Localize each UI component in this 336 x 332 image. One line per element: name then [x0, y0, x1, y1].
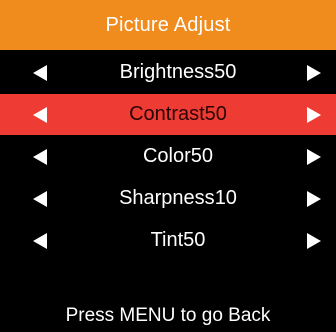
menu-item-text: Tint 50 [60, 220, 296, 261]
triangle-left-icon[interactable] [33, 106, 47, 123]
menu-title-bar: Picture Adjust [0, 0, 336, 50]
triangle-right-icon[interactable] [307, 148, 321, 165]
menu-title: Picture Adjust [105, 13, 231, 36]
menu-item-value: 10 [214, 187, 237, 209]
menu-item-label: Color [142, 145, 191, 167]
menu-item-text: Sharpness 10 [60, 178, 296, 219]
picture-adjust-menu: Picture Adjust Brightness 50 Contrast 50… [0, 0, 336, 332]
triangle-left-icon[interactable] [33, 148, 47, 165]
menu-item-value: 50 [214, 61, 237, 83]
menu-item-brightness[interactable]: Brightness 50 [0, 52, 336, 93]
menu-item-tint[interactable]: Tint 50 [0, 220, 336, 261]
triangle-right-icon[interactable] [307, 106, 321, 123]
menu-item-label: Brightness [119, 61, 215, 83]
menu-item-text: Brightness 50 [60, 52, 296, 93]
triangle-left-icon[interactable] [33, 190, 47, 207]
menu-item-label: Contrast [129, 103, 205, 125]
menu-item-text: Contrast 50 [60, 94, 296, 135]
menu-item-color[interactable]: Color 50 [0, 136, 336, 177]
triangle-right-icon[interactable] [307, 190, 321, 207]
menu-item-label: Sharpness [119, 187, 215, 209]
triangle-left-icon[interactable] [33, 232, 47, 249]
menu-item-value: 50 [183, 229, 206, 251]
menu-item-text: Color 50 [60, 136, 296, 177]
triangle-right-icon[interactable] [307, 232, 321, 249]
triangle-right-icon[interactable] [307, 64, 321, 81]
menu-item-contrast[interactable]: Contrast 50 [0, 94, 336, 135]
triangle-left-icon[interactable] [33, 64, 47, 81]
menu-item-value: 50 [204, 103, 227, 125]
menu-item-value: 50 [190, 145, 214, 167]
menu-footer-hint: Press MENU to go Back [65, 305, 271, 326]
menu-item-sharpness[interactable]: Sharpness 10 [0, 178, 336, 219]
menu-item-label: Tint [150, 229, 184, 251]
